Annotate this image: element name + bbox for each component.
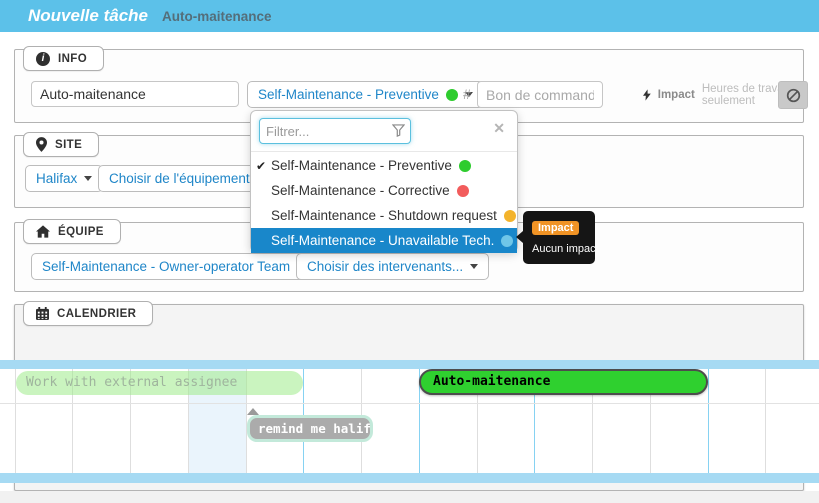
- option-color-dot: [501, 235, 513, 247]
- option-label: Self-Maintenance - Unavailable Tech.: [271, 233, 494, 248]
- lightning-bolt-icon: [643, 87, 651, 103]
- team-tab-label: ÉQUIPE: [58, 226, 104, 238]
- dropdown-option-list: ✔ Self-Maintenance - Preventive Self-Mai…: [251, 153, 517, 253]
- calendar-event-reminder[interactable]: remind me halifax: [247, 415, 373, 442]
- grid-line-week: [708, 369, 709, 473]
- dropdown-option-preventive[interactable]: ✔ Self-Maintenance - Preventive: [251, 153, 517, 178]
- filter-input-wrap: [259, 118, 411, 144]
- calendar-icon: [36, 307, 49, 320]
- info-icon: [36, 52, 50, 66]
- assignees-placeholder-label: Choisir des intervenants...: [307, 259, 463, 274]
- dropdown-separator: [251, 151, 517, 152]
- timeline-grid: Work with external assignee Auto-maitena…: [0, 369, 819, 473]
- caret-down-icon: [470, 264, 478, 269]
- dropdown-option-corrective[interactable]: Self-Maintenance - Corrective: [251, 178, 517, 203]
- category-selected-label: Self-Maintenance - Preventive: [258, 87, 439, 102]
- impact-tooltip: Impact Aucun impact: [523, 211, 595, 264]
- category-dropdown: ✕ ✔ Self-Maintenance - Preventive Self-M…: [250, 110, 518, 252]
- info-panel-tab: INFO: [23, 46, 104, 71]
- assignees-select-button[interactable]: Choisir des intervenants...: [296, 253, 489, 280]
- order-number-input[interactable]: [477, 81, 603, 108]
- calendar-panel: CALENDRIER Work with external assignee A…: [14, 304, 804, 491]
- site-panel-tab: SITE: [23, 132, 99, 157]
- map-pin-icon: [36, 137, 47, 152]
- grid-line: [765, 369, 766, 473]
- category-select-button[interactable]: Self-Maintenance - Preventive: [247, 81, 484, 108]
- home-icon: [36, 225, 50, 238]
- team-panel-tab: ÉQUIPE: [23, 219, 121, 244]
- check-icon: ✔: [256, 159, 266, 173]
- filter-input[interactable]: [259, 118, 411, 144]
- dropdown-option-shutdown-request[interactable]: Self-Maintenance - Shutdown request: [251, 203, 517, 228]
- no-impact-button[interactable]: [778, 81, 808, 109]
- task-name-input[interactable]: [31, 81, 239, 107]
- timeline-top-band: [0, 360, 819, 369]
- dropdown-option-unavailable-tech[interactable]: Self-Maintenance - Unavailable Tech.: [251, 228, 517, 253]
- option-label: Self-Maintenance - Preventive: [271, 158, 452, 173]
- option-label: Self-Maintenance - Shutdown request: [271, 208, 497, 223]
- close-icon[interactable]: ✕: [493, 121, 505, 135]
- calendar-timeline: Work with external assignee Auto-maitena…: [0, 360, 819, 483]
- option-color-dot: [459, 160, 471, 172]
- order-number-prefix: #: [463, 86, 471, 102]
- team-selected-label: Self-Maintenance - Owner-operator Team: [42, 259, 290, 274]
- app-header: Nouvelle tâche Auto-maitenance: [0, 0, 819, 32]
- page-subtitle: Auto-maitenance: [162, 9, 272, 24]
- grid-row-divider: [0, 403, 819, 404]
- site-tab-label: SITE: [55, 139, 82, 151]
- tooltip-impact-text: Aucun impact: [532, 243, 586, 255]
- site-selected-label: Halifax: [36, 171, 77, 186]
- timeline-bottom-band: [0, 473, 819, 483]
- equipment-placeholder-label: Choisir de l'équipement...: [109, 171, 261, 186]
- option-color-dot: [457, 185, 469, 197]
- option-label: Self-Maintenance - Corrective: [271, 183, 450, 198]
- page-title: Nouvelle tâche: [28, 6, 148, 26]
- equipment-select-button[interactable]: Choisir de l'équipement...: [98, 165, 272, 192]
- caret-down-icon: [84, 176, 92, 181]
- impact-label: Impact: [658, 89, 695, 101]
- tooltip-arrow-icon: [516, 231, 523, 243]
- calendar-panel-tab: CALENDRIER: [23, 301, 153, 326]
- tooltip-impact-badge: Impact: [532, 221, 579, 235]
- calendar-event-ghost[interactable]: Work with external assignee: [16, 371, 303, 395]
- calendar-event-current-task[interactable]: Auto-maitenance: [419, 369, 708, 395]
- calendar-tab-label: CALENDRIER: [57, 308, 136, 320]
- team-select-button[interactable]: Self-Maintenance - Owner-operator Team: [31, 253, 316, 280]
- category-color-dot: [446, 89, 458, 101]
- circle-slash-icon: [786, 88, 801, 103]
- site-select-button[interactable]: Halifax: [25, 165, 103, 192]
- info-tab-label: INFO: [58, 53, 87, 65]
- option-color-dot: [504, 210, 516, 222]
- funnel-icon: [392, 124, 405, 137]
- event-start-marker-icon: [247, 408, 259, 415]
- page-footer-strip: [0, 491, 819, 503]
